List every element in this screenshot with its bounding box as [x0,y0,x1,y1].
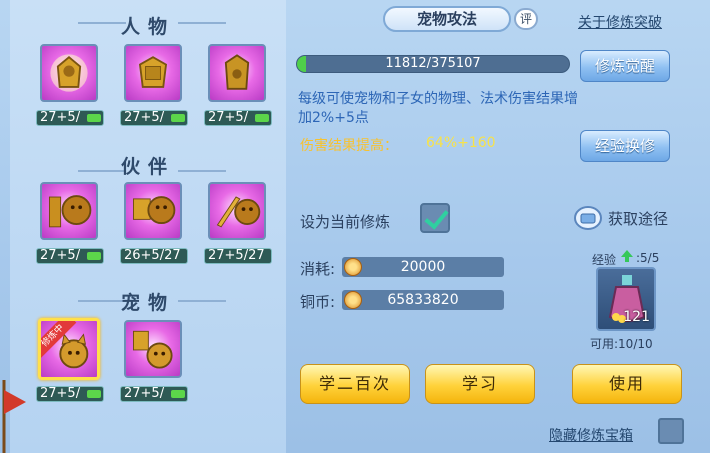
exp-progress-bar: 11812/375107 [296,55,570,73]
lion-sword-icon [216,196,261,228]
item-count: 121 [623,309,650,325]
level-label: 27+5/ [204,110,272,126]
learn-200-button[interactable]: 学二百次 [300,364,410,404]
level-label: 27+5/ [120,110,188,126]
character-slot-1[interactable] [40,44,98,102]
pet-slot-1[interactable]: 修炼中 [38,318,100,380]
obtain-methods-link[interactable]: 获取途径 [608,208,668,229]
set-current-label: 设为当前修炼 [300,213,391,231]
gold-armor-icon [50,54,88,92]
progress-text: 11812/375107 [385,56,481,71]
character-slot-2[interactable] [124,44,182,102]
rating-button[interactable]: 评 [514,8,538,30]
section-title-pet: 宠物 [120,292,175,314]
about-breakthrough-link[interactable]: 关于修炼突破 [578,12,662,32]
level-label: 26+5/27 [120,248,188,264]
exp-value: :5/5 [636,251,660,265]
coin-icon [344,258,362,276]
hide-chest-label: 隐藏修炼宝箱 [549,428,633,444]
cat-shield-pet-icon [132,330,173,369]
level-label: 27+5/27 [204,248,272,264]
effect-description: 每级可使宠物和子女的物理、法术伤害结果增加2%+5点 [298,91,578,126]
consume-field: 20000 [342,257,504,277]
coin-icon [344,291,362,309]
game-window: 人物 27+5/ 27+5/ 27+5/ 伙伴 27+5/ 26+5/27 27… [0,0,710,453]
up-arrow-icon [621,250,633,262]
partner-slot-3[interactable] [208,182,266,240]
exp-label: 经验 [592,253,617,267]
use-button[interactable]: 使用 [572,364,682,404]
copper-label: 铜币: [300,293,336,311]
section-title-partner: 伙伴 [120,156,175,178]
hide-chest-checkbox[interactable] [658,418,684,444]
book-icon [574,206,602,230]
gold-armor-icon [224,54,250,90]
learn-button[interactable]: 学习 [425,364,535,404]
cultivation-chest-item[interactable]: 121 [596,267,656,331]
level-label: 27+5/ [36,386,104,402]
exchange-exp-button[interactable]: 经验换修 [580,130,670,162]
damage-label: 伤害结果提高： [300,138,398,154]
section-title-character: 人物 [120,16,175,38]
level-label: 27+5/ [36,248,104,264]
character-slot-3[interactable] [208,44,266,102]
lion-helmet-icon [48,195,92,228]
lion-shield-icon [132,196,176,225]
damage-value: 64%+160 [426,135,496,151]
copper-field: 65833820 [342,290,504,310]
level-label: 27+5/ [120,386,188,402]
level-label: 27+5/ [36,110,104,126]
set-current-checkbox[interactable] [420,203,450,233]
flag-decoration-icon [2,380,26,453]
usable-count: 可用:10/10 [590,337,653,351]
tab-pet-attack[interactable]: 宠物攻法 [383,6,511,32]
partner-slot-2[interactable] [124,182,182,240]
gold-shield-armor-icon [138,56,168,88]
consume-label: 消耗: [300,260,336,278]
awaken-button[interactable]: 修炼觉醒 [580,50,670,82]
cultivation-target-panel: 人物 27+5/ 27+5/ 27+5/ 伙伴 27+5/ 26+5/27 27… [10,0,286,453]
partner-slot-1[interactable] [40,182,98,240]
pet-slot-2[interactable] [124,320,182,378]
